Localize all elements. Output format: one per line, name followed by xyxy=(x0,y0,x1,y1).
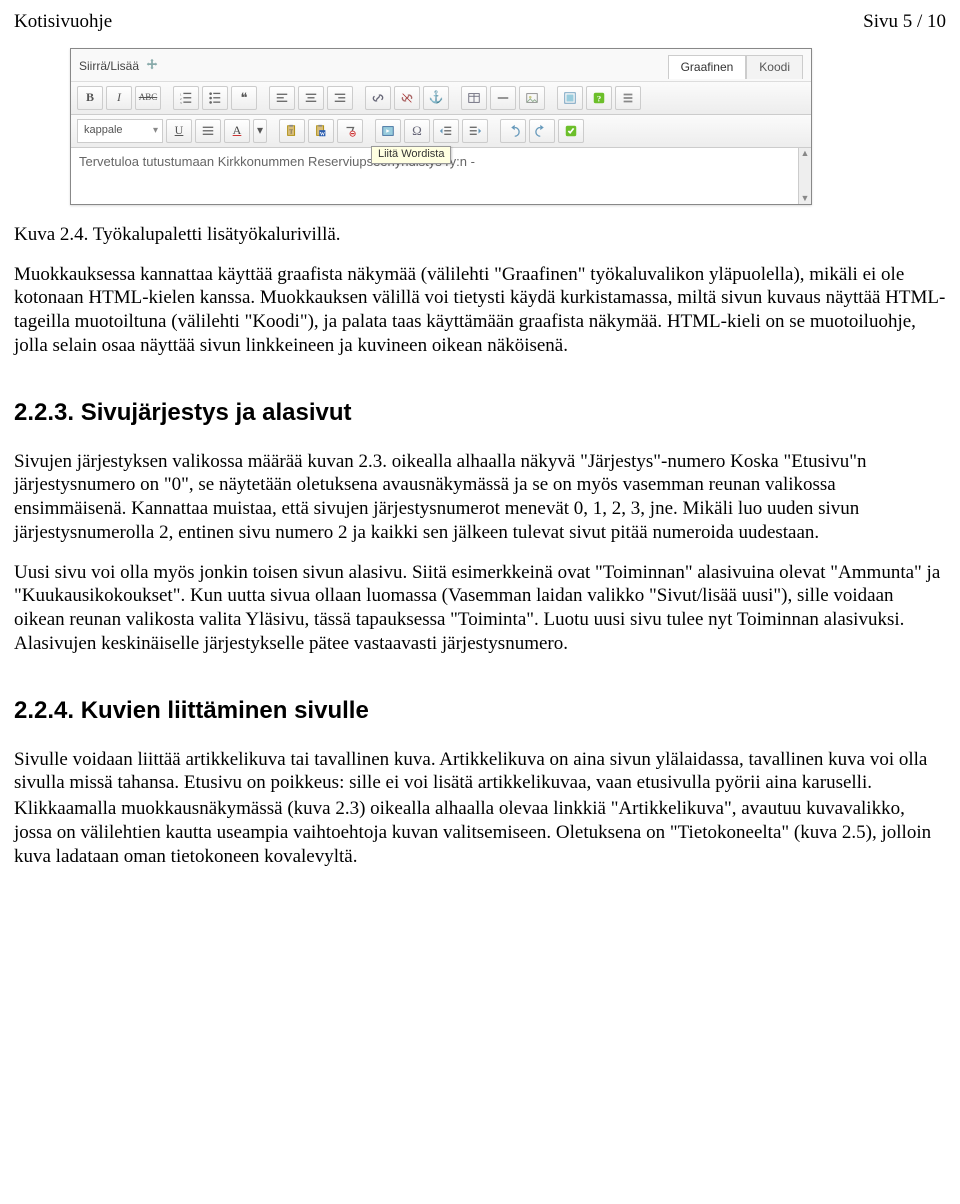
paste-word-button[interactable]: W xyxy=(308,119,334,143)
spellcheck-button[interactable] xyxy=(558,119,584,143)
image-button[interactable] xyxy=(519,86,545,110)
page-number: Sivu 5 / 10 xyxy=(863,10,946,34)
section-224-heading: 2.2.4. Kuvien liittäminen sivulle xyxy=(14,696,946,726)
align-center-button[interactable] xyxy=(298,86,324,110)
paste-word-tooltip: Liitä Wordista xyxy=(371,146,451,164)
svg-text:2: 2 xyxy=(180,97,182,101)
media-button[interactable] xyxy=(375,119,401,143)
expand-toolbar-button[interactable] xyxy=(615,86,641,110)
paragraph-5: Klikkaamalla muokkausnäkymässä (kuva 2.3… xyxy=(14,797,946,868)
help-button[interactable]: ? xyxy=(586,86,612,110)
section-223-heading: 2.2.3. Sivujärjestys ja alasivut xyxy=(14,398,946,428)
svg-text:?: ? xyxy=(597,93,601,103)
italic-button[interactable]: I xyxy=(106,86,132,110)
text-color-button[interactable]: A xyxy=(224,119,250,143)
align-justify-button[interactable] xyxy=(195,119,221,143)
format-select[interactable]: kappale xyxy=(77,119,163,143)
editor-scrollbar[interactable]: ▲▼ xyxy=(798,148,811,204)
indent-button[interactable] xyxy=(462,119,488,143)
figure-caption: Kuva 2.4. Työkalupaletti lisätyökalurivi… xyxy=(14,223,946,247)
unordered-list-button[interactable] xyxy=(202,86,228,110)
svg-text:1: 1 xyxy=(180,92,182,96)
move-insert-label: Siirrä/Lisää xyxy=(79,59,139,74)
hr-button[interactable] xyxy=(490,86,516,110)
undo-button[interactable] xyxy=(500,119,526,143)
align-left-button[interactable] xyxy=(269,86,295,110)
paragraph-1: Muokkauksessa kannattaa käyttää graafist… xyxy=(14,263,946,358)
fullscreen-button[interactable] xyxy=(557,86,583,110)
editor-toolbar-screenshot: Siirrä/Lisää Graafinen Koodi B I ABC 123… xyxy=(70,48,812,205)
blockquote-button[interactable]: ❝ xyxy=(231,86,257,110)
align-right-button[interactable] xyxy=(327,86,353,110)
svg-text:3: 3 xyxy=(180,101,182,105)
paragraph-4: Sivulle voidaan liittää artikkelikuva ta… xyxy=(14,748,946,796)
ordered-list-button[interactable]: 123 xyxy=(173,86,199,110)
paste-text-button[interactable]: T xyxy=(279,119,305,143)
svg-text:W: W xyxy=(320,131,326,137)
tab-koodi[interactable]: Koodi xyxy=(746,55,803,79)
move-icon[interactable] xyxy=(145,58,159,76)
underline-button[interactable]: U xyxy=(166,119,192,143)
unlink-button[interactable] xyxy=(394,86,420,110)
text-color-dropdown[interactable]: ▾ xyxy=(253,119,267,143)
table-button[interactable] xyxy=(461,86,487,110)
anchor-button[interactable]: ⚓ xyxy=(423,86,449,110)
tab-graafinen[interactable]: Graafinen xyxy=(668,55,747,79)
redo-button[interactable] xyxy=(529,119,555,143)
bold-button[interactable]: B xyxy=(77,86,103,110)
paragraph-2: Sivujen järjestyksen valikossa määrää ku… xyxy=(14,450,946,545)
remove-format-button[interactable] xyxy=(337,119,363,143)
paragraph-3: Uusi sivu voi olla myös jonkin toisen si… xyxy=(14,561,946,656)
doc-title: Kotisivuohje xyxy=(14,10,112,34)
outdent-button[interactable] xyxy=(433,119,459,143)
link-button[interactable] xyxy=(365,86,391,110)
special-char-button[interactable]: Ω xyxy=(404,119,430,143)
svg-text:T: T xyxy=(289,129,293,135)
strikethrough-button[interactable]: ABC xyxy=(135,86,161,110)
